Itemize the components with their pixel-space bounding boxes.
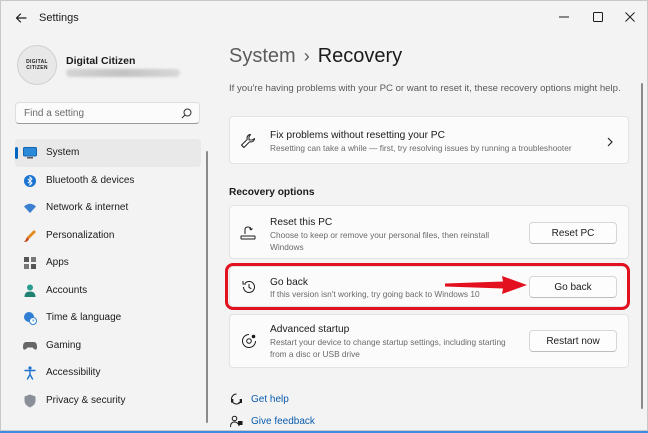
sidebar-item-label: Network & internet	[46, 202, 129, 214]
page-title: Recovery	[317, 45, 403, 67]
advanced-startup-icon	[240, 332, 258, 350]
sidebar-item-label: Privacy & security	[46, 394, 126, 406]
profile-name: Digital Citizen	[66, 55, 136, 67]
chevron-right-icon	[607, 137, 613, 147]
search-placeholder: Find a setting	[24, 108, 85, 119]
sidebar-item-privacy-security[interactable]: Privacy & security	[15, 387, 201, 415]
sidebar-item-bluetooth[interactable]: Bluetooth & devices	[15, 167, 201, 195]
card-title: Fix problems without resetting your PC	[270, 130, 445, 141]
sidebar-item-label: Gaming	[46, 339, 82, 351]
sidebar-item-personalization[interactable]: Personalization	[15, 222, 201, 250]
bluetooth-icon	[23, 174, 37, 188]
help-icon	[229, 392, 243, 406]
sidebar-item-label: Time & language	[46, 312, 122, 324]
close-button[interactable]	[619, 8, 641, 26]
sidebar-item-network[interactable]: Network & internet	[15, 194, 201, 222]
wifi-icon	[23, 201, 37, 215]
avatar-logo-text: CITIZEN	[26, 65, 48, 71]
person-icon	[23, 284, 37, 298]
sidebar-item-label: System	[46, 147, 80, 159]
sidebar-item-label: Accounts	[46, 284, 88, 296]
shield-icon	[23, 394, 37, 408]
get-help-label: Get help	[251, 393, 289, 405]
card-title: Reset this PC	[270, 217, 333, 228]
advanced-startup-card: Advanced startup Restart your device to …	[229, 314, 629, 368]
sidebar-item-accounts[interactable]: Accounts	[15, 277, 201, 305]
sidebar-item-label: Personalization	[46, 229, 115, 241]
sidebar-scrollbar[interactable]	[206, 151, 208, 423]
profile-email-redacted	[66, 69, 180, 77]
breadcrumb-separator: ›	[303, 46, 310, 66]
sidebar-item-label: Accessibility	[46, 367, 101, 379]
wrench-icon	[239, 132, 257, 150]
title-bar: Settings	[1, 1, 647, 35]
minimize-button[interactable]	[553, 8, 575, 26]
give-feedback-label: Give feedback	[251, 415, 315, 427]
card-description: Choose to keep or remove your personal f…	[270, 230, 490, 252]
sidebar-item-accessibility[interactable]: Accessibility	[15, 359, 201, 387]
sidebar-item-label: Bluetooth & devices	[46, 174, 135, 186]
sidebar-item-apps[interactable]: Apps	[15, 249, 201, 277]
maximize-icon	[593, 12, 603, 22]
intro-text: If you're having problems with your PC o…	[229, 83, 621, 94]
sidebar-item-label: Apps	[46, 257, 69, 269]
apps-icon	[23, 256, 37, 270]
maximize-button[interactable]	[587, 8, 609, 26]
minimize-icon	[559, 16, 569, 18]
restart-now-button[interactable]: Restart now	[529, 330, 617, 352]
reset-pc-icon	[239, 224, 257, 242]
main-scrollbar[interactable]	[641, 83, 643, 409]
avatar[interactable]: DIGITAL CITIZEN	[17, 45, 57, 85]
reset-pc-card: Reset this PC Choose to keep or remove y…	[229, 205, 629, 259]
highlight-box	[225, 263, 630, 310]
breadcrumb: System › Recovery	[229, 45, 402, 68]
sidebar-item-system[interactable]: System	[15, 139, 201, 167]
sidebar-item-time-language[interactable]: Time & language	[15, 304, 201, 332]
fix-problems-card[interactable]: Fix problems without resetting your PC R…	[229, 116, 629, 164]
monitor-icon	[23, 146, 37, 160]
breadcrumb-parent[interactable]: System	[229, 45, 296, 67]
red-arrow-annotation	[445, 276, 527, 294]
card-title: Advanced startup	[270, 324, 350, 335]
give-feedback-link[interactable]: Give feedback	[229, 414, 315, 428]
sidebar-nav: System Bluetooth & devices Network & int…	[15, 139, 201, 414]
sidebar-item-gaming[interactable]: Gaming	[15, 332, 201, 360]
reset-pc-button[interactable]: Reset PC	[529, 222, 617, 244]
back-arrow-icon[interactable]	[13, 10, 29, 26]
card-description: Restart your device to change startup se…	[270, 337, 506, 359]
globe-clock-icon	[23, 311, 37, 325]
close-icon	[625, 12, 635, 22]
brush-icon	[23, 229, 37, 243]
settings-window: Settings DIGITAL CITIZEN Digital Citizen…	[0, 0, 648, 431]
feedback-icon	[229, 414, 243, 428]
gamepad-icon	[23, 339, 37, 353]
search-icon	[181, 108, 192, 119]
selected-indicator	[15, 147, 18, 159]
search-input[interactable]: Find a setting	[15, 102, 200, 124]
window-title: Settings	[39, 12, 79, 24]
section-heading: Recovery options	[229, 187, 315, 198]
accessibility-icon	[23, 366, 37, 380]
card-description: Resetting can take a while — first, try …	[270, 143, 572, 153]
get-help-link[interactable]: Get help	[229, 392, 289, 406]
